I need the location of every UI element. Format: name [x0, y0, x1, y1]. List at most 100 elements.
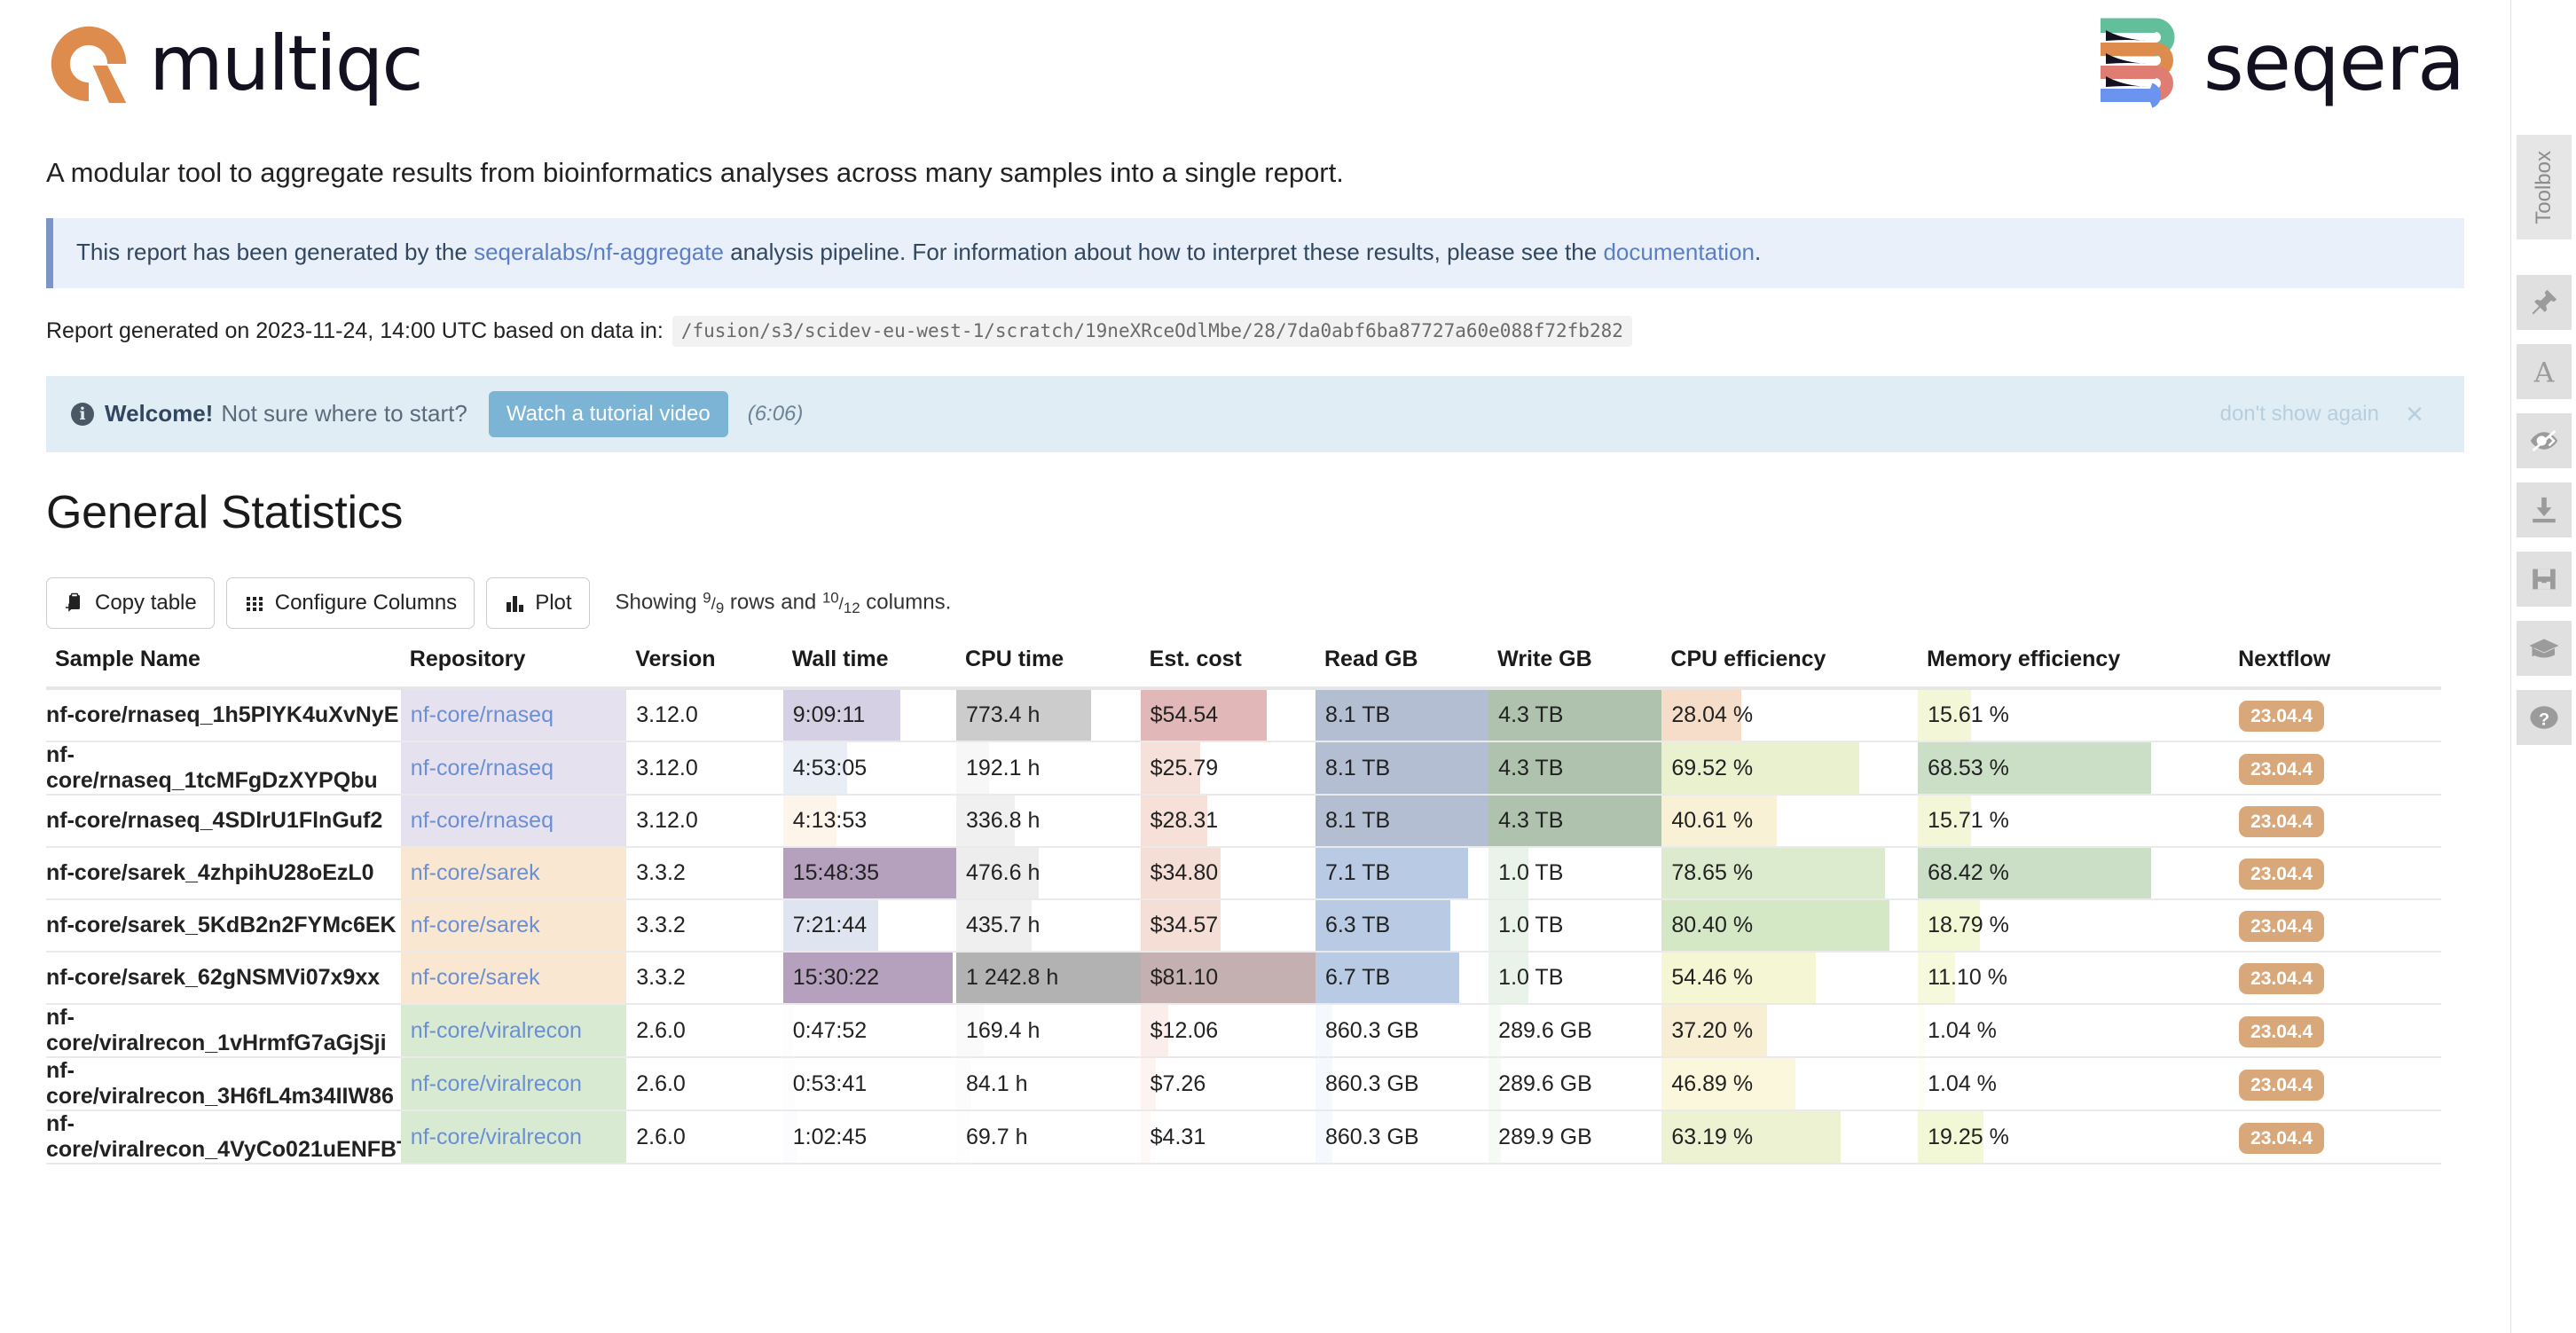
column-header-sample-name[interactable]: Sample Name — [46, 647, 401, 691]
cell-read: 8.1 TB — [1315, 795, 1489, 849]
cell-repo: nf-core/viralrecon — [400, 1110, 627, 1165]
general-statistics-table-wrapper[interactable]: Sample Name Repository Version Wall time CPU… — [46, 647, 2477, 1165]
table-row[interactable]: nf-core/rnaseq_4SDlrU1FlnGuf2 nf-core/rna… — [46, 795, 2441, 849]
report-subtitle: A modular tool to aggregate results from… — [46, 157, 1344, 188]
cell-cost: $28.31 — [1140, 795, 1315, 849]
column-header-read-gb[interactable]: Read GB — [1315, 647, 1489, 691]
column-header-version[interactable]: Version — [626, 647, 783, 691]
status-badge: 23.04.4 — [2239, 963, 2325, 995]
cell-value: $54.54 — [1150, 702, 1219, 728]
cell-value: 6.7 TB — [1324, 965, 1391, 991]
cell-value: 3.12.0 — [636, 755, 698, 780]
column-header-repository[interactable]: Repository — [400, 647, 627, 691]
cell-value: 78.65 % — [1671, 860, 1754, 886]
cell-value: 37.20 % — [1671, 1017, 1754, 1043]
cell-repo: nf-core/rnaseq — [400, 795, 627, 849]
data-path: /fusion/s3/scidev-eu-west-1/scratch/19ne… — [671, 315, 1632, 347]
grid-icon — [246, 597, 263, 612]
column-header-est-cost[interactable]: Est. cost — [1140, 647, 1315, 691]
plot-label: Plot — [535, 591, 572, 616]
rename-samples-icon[interactable]: A — [2517, 344, 2572, 399]
help-icon[interactable]: ? — [2517, 690, 2572, 745]
cell-value: 23.04.4 — [2229, 743, 2441, 794]
column-header-cpu-efficiency[interactable]: CPU efficiency — [1661, 647, 1919, 691]
cell-repo: nf-core/sarek — [400, 847, 627, 901]
pin-icon[interactable] — [2517, 275, 2572, 330]
cell-wall: 0:47:52 — [782, 1004, 956, 1059]
cell-sample-name: nf-core/rnaseq_1h5PlYK4uXvNyE — [46, 688, 401, 743]
letter-a-glyph-icon: A — [2533, 357, 2555, 387]
cell-nf: 23.04.4 — [2229, 1110, 2441, 1165]
cell-value: 54.46 % — [1671, 965, 1754, 991]
cell-write: 289.6 GB — [1488, 1057, 1662, 1112]
column-header-write-gb[interactable]: Write GB — [1488, 647, 1662, 691]
table-row[interactable]: nf-core/sarek_5KdB2n2FYMc6EK nf-core/sare… — [46, 899, 2441, 953]
cell-version: 2.6.0 — [626, 1110, 783, 1165]
cell-nf: 23.04.4 — [2229, 741, 2441, 796]
cell-value: 69.7 h — [965, 1124, 1028, 1149]
table-header-row: Sample Name Repository Version Wall time CPU… — [46, 647, 2441, 691]
cell-read: 8.1 TB — [1315, 741, 1489, 796]
cell-value: 7:21:44 — [792, 913, 868, 938]
cell-value: 4.3 TB — [1498, 702, 1564, 728]
seqera-wordmark: seqera — [2203, 16, 2465, 108]
hide-samples-icon[interactable] — [2517, 413, 2572, 468]
cell-wall: 4:13:53 — [782, 795, 956, 849]
cell-value: 476.6 h — [965, 860, 1041, 886]
close-icon[interactable]: × — [2406, 399, 2423, 429]
column-header-cpu-time[interactable]: CPU time — [955, 647, 1141, 691]
tutorials-icon[interactable] — [2517, 621, 2572, 676]
report-content: multiqc seqera A modular tool to aggrega… — [0, 0, 2510, 1333]
cell-value: $4.31 — [1150, 1124, 1206, 1149]
table-row[interactable]: nf-core/sarek_62gNSMVi07x9xx nf-core/sare… — [46, 952, 2441, 1006]
plot-button[interactable]: Plot — [486, 577, 590, 630]
table-row[interactable]: nf-core/sarek_4zhpihU28oEzL0 nf-core/sare… — [46, 847, 2441, 901]
configure-columns-button[interactable]: Configure Columns — [225, 577, 475, 630]
cell-value: 15.61 % — [1928, 702, 2009, 728]
cell-wall: 15:30:22 — [782, 952, 956, 1006]
cell-eff: 80.40 % — [1661, 899, 1919, 953]
pipeline-link[interactable]: seqeralabs/nf-aggregate — [474, 239, 724, 265]
welcome-banner: i Welcome! Not sure where to start? Watc… — [46, 375, 2464, 452]
cell-value: 3.3.2 — [636, 965, 686, 991]
table-row[interactable]: nf-core/viralrecon_3H6fL4m34IIW86 nf-core… — [46, 1057, 2441, 1112]
dont-show-again-link[interactable]: don't show again — [2220, 402, 2379, 427]
column-header-memory-efficiency[interactable]: Memory efficiency — [1918, 647, 2230, 691]
status-badge: 23.04.4 — [2239, 1122, 2325, 1154]
column-header-wall-time[interactable]: Wall time — [782, 647, 956, 691]
showing-prefix: Showing — [615, 590, 697, 615]
download-glyph-icon — [2533, 497, 2556, 523]
watch-tutorial-button[interactable]: Watch a tutorial video — [488, 390, 728, 437]
cell-sample-name: nf-core/rnaseq_1tcMFgDzXYPQbu — [46, 741, 401, 796]
showing-counts: Showing 9/9 rows and 10/12 columns. — [616, 589, 952, 617]
table-row[interactable]: nf-core/rnaseq_1h5PlYK4uXvNyE nf-core/rna… — [46, 688, 2441, 743]
alert-text-end: . — [1755, 238, 1762, 265]
documentation-link[interactable]: documentation — [1603, 239, 1755, 265]
toolbox-toggle[interactable]: Toolbox — [2517, 135, 2572, 239]
copy-table-button[interactable]: Copy table — [46, 577, 215, 630]
cell-value: 860.3 GB — [1324, 1070, 1419, 1096]
cell-value: 19.25 % — [1928, 1124, 2009, 1149]
rows-numerator: 9 — [703, 589, 711, 607]
cell-value: nf-core/sarek — [410, 860, 540, 886]
export-icon[interactable] — [2517, 482, 2572, 537]
table-row[interactable]: nf-core/rnaseq_1tcMFgDzXYPQbu nf-core/rna… — [46, 741, 2441, 796]
table-row[interactable]: nf-core/viralrecon_1vHrmfG7aGjSji nf-core… — [46, 1004, 2441, 1059]
column-header-nextflow[interactable]: Nextflow — [2229, 647, 2441, 691]
cell-value: 289.9 GB — [1498, 1124, 1592, 1149]
cell-value: 2.6.0 — [636, 1124, 686, 1149]
multiqc-mark-icon — [51, 26, 127, 104]
cell-mem: 1.04 % — [1918, 1057, 2230, 1112]
seqera-logo[interactable]: seqera — [2095, 16, 2465, 109]
save-icon[interactable] — [2517, 552, 2572, 607]
multiqc-logo[interactable]: multiqc — [46, 21, 424, 106]
cell-repo: nf-core/rnaseq — [400, 688, 627, 743]
cell-cost: $4.31 — [1140, 1110, 1315, 1165]
cell-mem: 19.25 % — [1918, 1110, 2230, 1165]
generated-prefix: Report generated on 2023-11-24, 14:00 UT… — [46, 318, 664, 343]
cell-cpu: 435.7 h — [955, 899, 1141, 953]
cell-version: 3.3.2 — [626, 899, 783, 953]
welcome-title: Welcome! — [105, 400, 214, 427]
cell-cost: $7.26 — [1140, 1057, 1315, 1112]
table-row[interactable]: nf-core/viralrecon_4VyCo021uENFBT nf-core… — [46, 1110, 2441, 1165]
